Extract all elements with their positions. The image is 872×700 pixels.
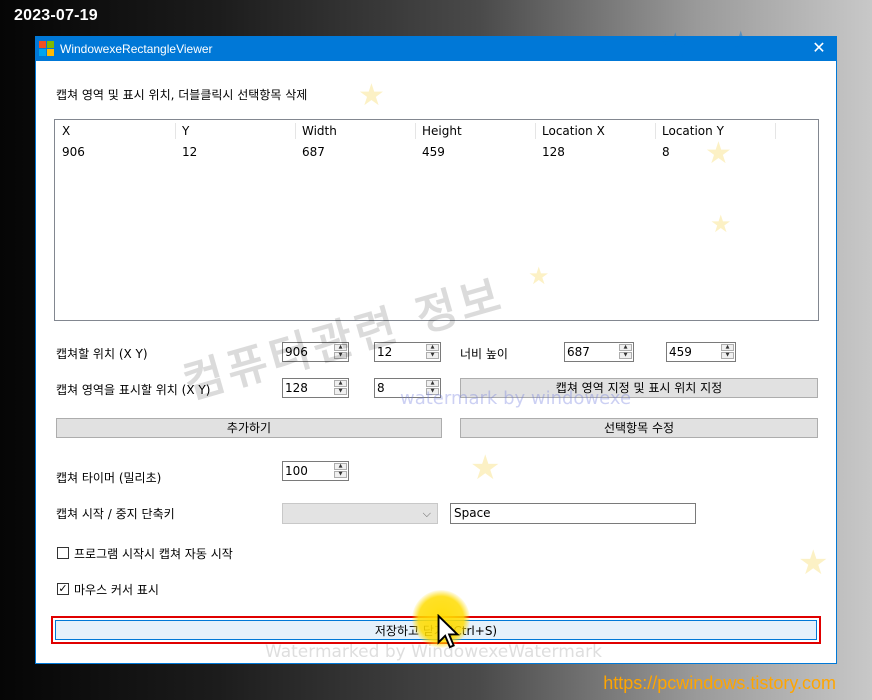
edit-selected-button[interactable]: 선택항목 수정 [460,418,818,438]
cell-y: 12 [182,145,198,159]
size-label: 너비 높이 [460,347,508,361]
spin-down-icon[interactable]: ▼ [334,471,347,478]
cell-width: 687 [302,145,325,159]
spin-down-icon[interactable]: ▼ [721,352,734,359]
spin-up-icon[interactable]: ▲ [619,344,632,351]
spin-up-icon[interactable]: ▲ [334,344,347,351]
list-caption: 캡쳐 영역 및 표시 위치, 더블클릭시 선택항목 삭제 [56,88,308,102]
mouse-cursor-icon [437,614,460,649]
cell-height: 459 [422,145,445,159]
site-url: https://pcwindows.tistory.com [603,673,836,693]
timer-stepper[interactable]: 100 ▲ ▼ [282,461,349,481]
spin-down-icon[interactable]: ▼ [619,352,632,359]
close-icon[interactable]: ✕ [802,37,836,61]
add-button[interactable]: 추가하기 [56,418,442,438]
client-area: 캡쳐 영역 및 표시 위치, 더블클릭시 선택항목 삭제 X Y Width H… [36,61,836,663]
cell-location-y: 8 [662,145,670,159]
spin-up-icon[interactable]: ▲ [721,344,734,351]
table-row[interactable]: 906 12 687 459 128 8 [55,143,820,161]
hotkey-label: 캡쳐 시작 / 중지 단축키 [56,507,175,521]
column-header-x[interactable]: X [62,124,70,138]
spin-up-icon[interactable]: ▲ [334,463,347,470]
spin-down-icon[interactable]: ▼ [426,352,439,359]
width-stepper[interactable]: 687 ▲ ▼ [564,342,634,362]
app-icon [39,41,55,57]
window-title: WindowexeRectangleViewer [60,42,213,56]
region-list[interactable]: X Y Width Height Location X Location Y 9… [54,119,819,321]
spin-up-icon[interactable]: ▲ [426,380,439,387]
column-header-location-x[interactable]: Location X [542,124,605,138]
capture-position-label: 캡쳐할 위치 (X Y) [56,347,148,361]
date-stamp: 2023-07-19 [14,7,98,24]
spin-up-icon[interactable]: ▲ [334,380,347,387]
column-header-width[interactable]: Width [302,124,337,138]
cell-location-x: 128 [542,145,565,159]
capture-x-stepper[interactable]: 906 ▲ ▼ [282,342,349,362]
column-header-location-y[interactable]: Location Y [662,124,724,138]
show-cursor-label: 마우스 커서 표시 [74,583,159,597]
auto-start-checkbox[interactable] [57,547,69,559]
spin-down-icon[interactable]: ▼ [334,352,347,359]
height-stepper[interactable]: 459 ▲ ▼ [666,342,736,362]
display-x-stepper[interactable]: 128 ▲ ▼ [282,378,349,398]
auto-start-label: 프로그램 시작시 캡쳐 자동 시작 [74,547,233,561]
timer-label: 캡쳐 타이머 (밀리초) [56,471,162,485]
list-header: X Y Width Height Location X Location Y [55,122,820,140]
spin-down-icon[interactable]: ▼ [426,388,439,395]
column-header-height[interactable]: Height [422,124,462,138]
cell-x: 906 [62,145,85,159]
spin-down-icon[interactable]: ▼ [334,388,347,395]
chevron-down-icon: ⌵ [422,507,431,520]
show-cursor-checkbox[interactable]: ✓ [57,583,69,595]
check-icon: ✓ [58,582,68,595]
title-bar[interactable]: WindowexeRectangleViewer ✕ [36,37,836,61]
hotkey-modifier-select[interactable]: ⌵ [282,503,438,524]
hotkey-input[interactable]: Space [450,503,696,524]
set-region-button[interactable]: 캡쳐 영역 지정 및 표시 위치 지정 [460,378,818,398]
spin-up-icon[interactable]: ▲ [426,344,439,351]
column-header-y[interactable]: Y [182,124,189,138]
capture-y-stepper[interactable]: 12 ▲ ▼ [374,342,441,362]
app-window: WindowexeRectangleViewer ✕ 캡쳐 영역 및 표시 위치… [35,36,837,664]
display-position-label: 캡쳐 영역을 표시할 위치 (X Y) [56,383,211,397]
display-y-stepper[interactable]: 8 ▲ ▼ [374,378,441,398]
